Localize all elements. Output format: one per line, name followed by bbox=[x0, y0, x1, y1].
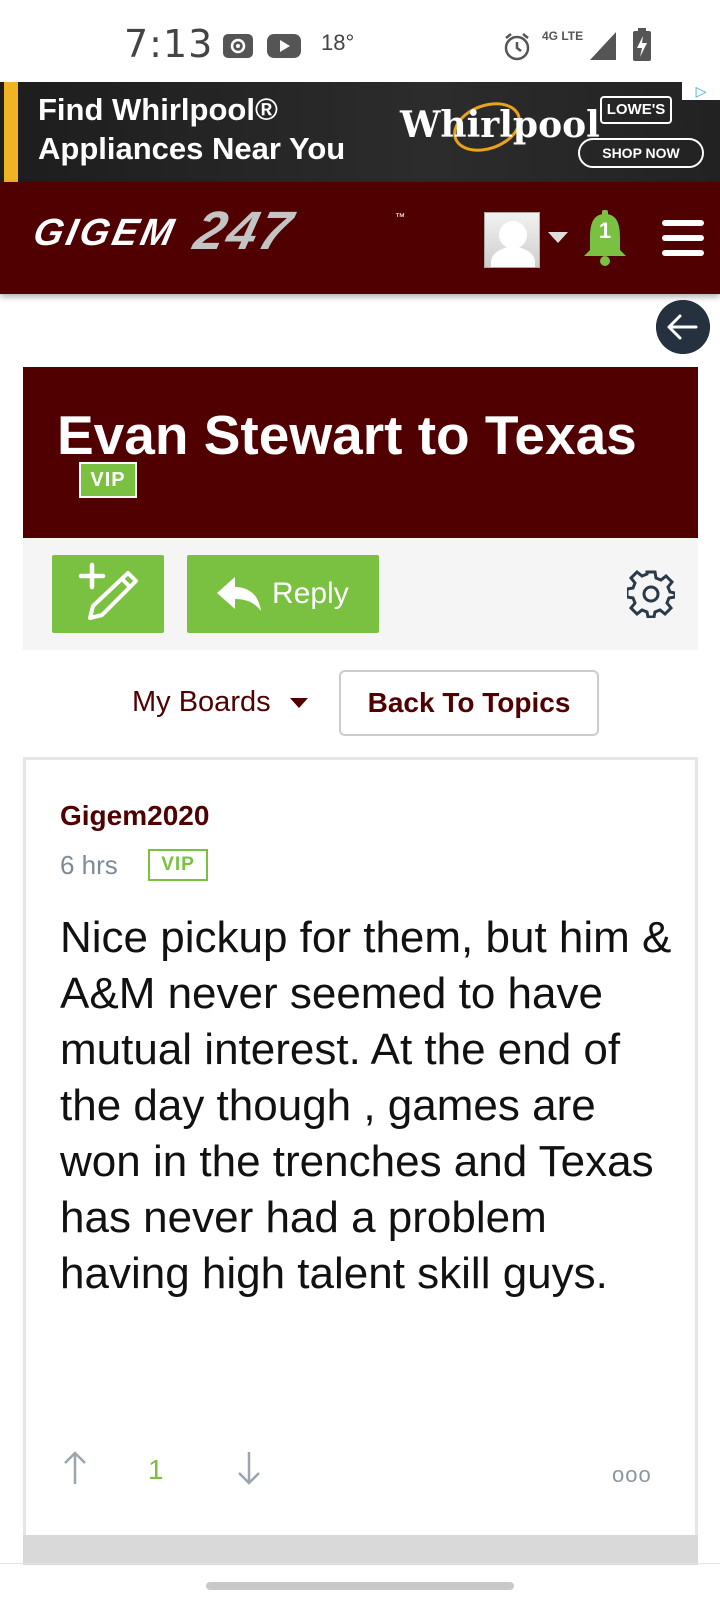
radio-icon bbox=[223, 34, 253, 58]
gesture-nav-handle[interactable] bbox=[206, 1582, 514, 1590]
ad-brand-logo: Whirlpool bbox=[400, 104, 600, 146]
my-boards-dropdown[interactable]: My Boards bbox=[132, 686, 271, 719]
ad-headline: Find Whirlpool® Appliances Near You bbox=[38, 90, 345, 168]
post-card-footer bbox=[23, 1535, 698, 1565]
ad-retailer-logo: LOWE'S bbox=[600, 96, 672, 124]
topic-header: Evan Stewart to Texas VIP bbox=[23, 367, 698, 538]
avatar-dropdown-icon[interactable] bbox=[548, 232, 568, 243]
new-post-button[interactable] bbox=[52, 555, 164, 633]
settings-gear-icon[interactable] bbox=[627, 570, 675, 618]
back-arrow-icon[interactable] bbox=[656, 300, 710, 354]
back-to-topics-button[interactable]: Back To Topics bbox=[339, 670, 599, 736]
new-post-pencil-icon bbox=[78, 562, 138, 620]
my-boards-caret-icon[interactable] bbox=[290, 698, 308, 708]
trademark-mark: ™ bbox=[395, 212, 405, 223]
reply-button[interactable]: Reply bbox=[187, 555, 379, 633]
user-avatar[interactable] bbox=[484, 212, 540, 268]
post-body: Nice pickup for them, but him & A&M neve… bbox=[60, 913, 672, 1298]
vip-badge: VIP bbox=[79, 462, 137, 498]
topic-title: Evan Stewart to Texas bbox=[57, 404, 637, 466]
menu-icon[interactable] bbox=[662, 220, 704, 256]
post-card: Gigem2020 6 hrs VIP Nice pickup for them… bbox=[23, 757, 698, 1537]
network-type: 4G LTE bbox=[542, 29, 584, 43]
post-timestamp: 6 hrs bbox=[60, 850, 118, 880]
vote-count: 1 bbox=[148, 1454, 164, 1485]
upvote-arrow-icon[interactable] bbox=[62, 1450, 88, 1486]
topic-toolbar: Reply bbox=[23, 538, 698, 650]
divider bbox=[0, 1563, 720, 1564]
reply-arrow-icon bbox=[217, 577, 261, 611]
post-vip-badge: VIP bbox=[148, 849, 208, 881]
status-time: 7:13 bbox=[124, 22, 214, 66]
ad-headline-line2: Appliances Near You bbox=[38, 131, 346, 166]
youtube-icon bbox=[267, 34, 301, 58]
alarm-icon bbox=[504, 33, 530, 61]
site-header: GIGEM 247 ™ 1 bbox=[0, 182, 720, 294]
ad-headline-line1: Find Whirlpool® bbox=[38, 92, 278, 127]
site-logo-text[interactable]: GIGEM bbox=[29, 212, 181, 255]
post-author[interactable]: Gigem2020 bbox=[60, 800, 209, 832]
status-temperature: 18° bbox=[321, 30, 355, 55]
battery-icon bbox=[633, 28, 651, 61]
ad-shop-now-button[interactable]: SHOP NOW bbox=[578, 138, 704, 168]
reply-label: Reply bbox=[272, 577, 349, 610]
ad-banner[interactable]: Find Whirlpool® Appliances Near You Whir… bbox=[0, 82, 720, 182]
site-logo-number[interactable]: 247 bbox=[188, 200, 300, 262]
post-more-options-icon[interactable]: ooo bbox=[612, 1462, 652, 1488]
downvote-arrow-icon[interactable] bbox=[236, 1450, 262, 1486]
ad-stripe bbox=[4, 82, 18, 182]
ad-choices-icon[interactable]: ▷ bbox=[682, 82, 720, 100]
status-bar: 7:13 18° 4G LTE bbox=[0, 0, 720, 82]
signal-icon bbox=[590, 32, 616, 60]
notification-count: 1 bbox=[598, 218, 612, 243]
